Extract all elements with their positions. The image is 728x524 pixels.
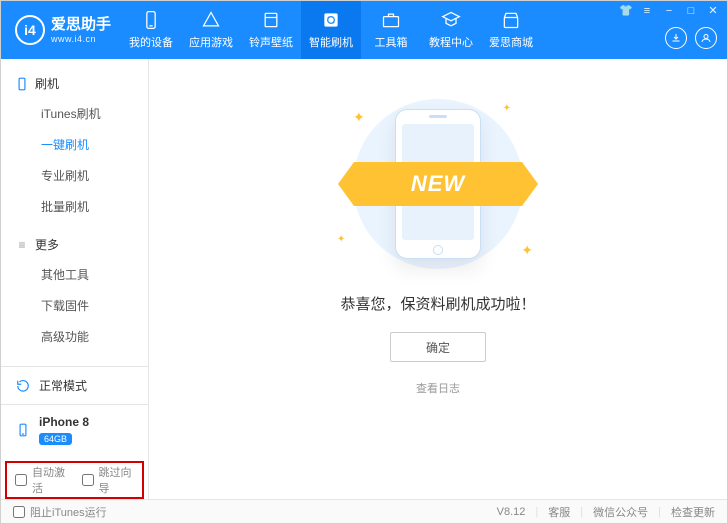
sidebar-item-batch-flash[interactable]: 批量刷机 — [1, 191, 148, 222]
tab-label: 应用游戏 — [189, 34, 233, 50]
ringtone-icon — [261, 10, 281, 30]
tab-my-device[interactable]: 我的设备 — [121, 1, 181, 59]
flash-icon — [321, 10, 341, 30]
main-content: NEW ✦ ✦ ✦ ✦ 恭喜您，保资料刷机成功啦！ 确定 查看日志 — [149, 59, 727, 499]
sidebar-item-other-tools[interactable]: 其他工具 — [1, 259, 148, 290]
sparkle-icon: ✦ — [353, 109, 365, 126]
sparkle-icon: ✦ — [521, 242, 533, 259]
wechat-link[interactable]: 微信公众号 — [593, 504, 648, 520]
sidebar-item-advanced[interactable]: 高级功能 — [1, 321, 148, 352]
tab-tutorial[interactable]: 教程中心 — [421, 1, 481, 59]
auto-activate-checkbox[interactable]: 自动激活 — [15, 464, 68, 496]
success-message: 恭喜您，保资料刷机成功啦！ — [340, 293, 535, 314]
tab-label: 教程中心 — [429, 34, 473, 50]
sidebar: 刷机 iTunes刷机 一键刷机 专业刷机 批量刷机 ≡ 更多 其他工具 下载固… — [1, 59, 149, 499]
block-itunes-checkbox[interactable]: 阻止iTunes运行 — [13, 504, 107, 520]
sparkle-icon: ✦ — [503, 103, 511, 114]
brand-site: www.i4.cn — [51, 34, 111, 45]
sidebar-item-pro-flash[interactable]: 专业刷机 — [1, 160, 148, 191]
mode-row[interactable]: 正常模式 — [1, 367, 148, 405]
menu-icon[interactable]: ≡ — [641, 5, 653, 17]
minimize-icon[interactable]: − — [663, 5, 675, 17]
tutorial-icon — [441, 10, 461, 30]
group-title: 刷机 — [35, 75, 59, 92]
tab-label: 铃声壁纸 — [249, 34, 293, 50]
download-button[interactable] — [665, 27, 687, 49]
app-header: i4 爱思助手 www.i4.cn 我的设备 应用游戏 铃声壁纸 智能刷机 工具… — [1, 1, 727, 59]
support-link[interactable]: 客服 — [548, 504, 570, 520]
logo-badge: i4 — [15, 15, 45, 45]
sidebar-item-itunes-flash[interactable]: iTunes刷机 — [1, 98, 148, 129]
sidebar-group-flash[interactable]: 刷机 — [1, 69, 148, 98]
device-row[interactable]: iPhone 8 64GB — [1, 405, 148, 455]
mode-label: 正常模式 — [39, 377, 87, 394]
sidebar-item-download-firmware[interactable]: 下载固件 — [1, 290, 148, 321]
toolbox-icon — [381, 10, 401, 30]
checkbox-label: 阻止iTunes运行 — [30, 504, 107, 520]
footer: 阻止iTunes运行 V8.12 | 客服 | 微信公众号 | 检查更新 — [1, 499, 727, 523]
menu-small-icon: ≡ — [15, 238, 29, 252]
tab-flash[interactable]: 智能刷机 — [301, 1, 361, 59]
tab-label: 我的设备 — [129, 34, 173, 50]
account-button[interactable] — [695, 27, 717, 49]
tab-label: 爱思商城 — [489, 34, 533, 50]
maximize-icon[interactable]: □ — [685, 5, 697, 17]
success-illustration: NEW ✦ ✦ ✦ ✦ — [323, 99, 553, 269]
skin-icon[interactable]: 👕 — [619, 5, 631, 17]
brand-name: 爱思助手 — [51, 16, 111, 34]
shop-icon — [501, 10, 521, 30]
phone-small-icon — [15, 77, 29, 91]
tab-apps[interactable]: 应用游戏 — [181, 1, 241, 59]
tab-label: 工具箱 — [375, 34, 408, 50]
highlight-box: 自动激活 跳过向导 — [5, 461, 144, 499]
check-update-link[interactable]: 检查更新 — [671, 504, 715, 520]
phone-icon — [141, 10, 161, 30]
group-title: 更多 — [35, 236, 59, 253]
close-icon[interactable]: ✕ — [707, 5, 719, 17]
device-storage-badge: 64GB — [39, 433, 72, 445]
version-label: V8.12 — [497, 506, 526, 518]
new-ribbon: NEW — [338, 162, 538, 206]
device-name: iPhone 8 — [39, 415, 89, 429]
ok-button[interactable]: 确定 — [390, 332, 486, 362]
app-logo: i4 爱思助手 www.i4.cn — [1, 15, 121, 45]
sidebar-group-more[interactable]: ≡ 更多 — [1, 230, 148, 259]
view-log-link[interactable]: 查看日志 — [416, 380, 460, 396]
apps-icon — [201, 10, 221, 30]
sidebar-item-oneclick-flash[interactable]: 一键刷机 — [1, 129, 148, 160]
tab-toolbox[interactable]: 工具箱 — [361, 1, 421, 59]
refresh-icon — [15, 378, 31, 394]
checkbox-label: 跳过向导 — [99, 464, 135, 496]
sparkle-icon: ✦ — [337, 234, 345, 245]
tab-label: 智能刷机 — [309, 34, 353, 50]
checkbox-label: 自动激活 — [32, 464, 68, 496]
tab-shop[interactable]: 爱思商城 — [481, 1, 541, 59]
device-icon — [15, 422, 31, 438]
tab-ringtone[interactable]: 铃声壁纸 — [241, 1, 301, 59]
skip-guide-checkbox[interactable]: 跳过向导 — [82, 464, 135, 496]
